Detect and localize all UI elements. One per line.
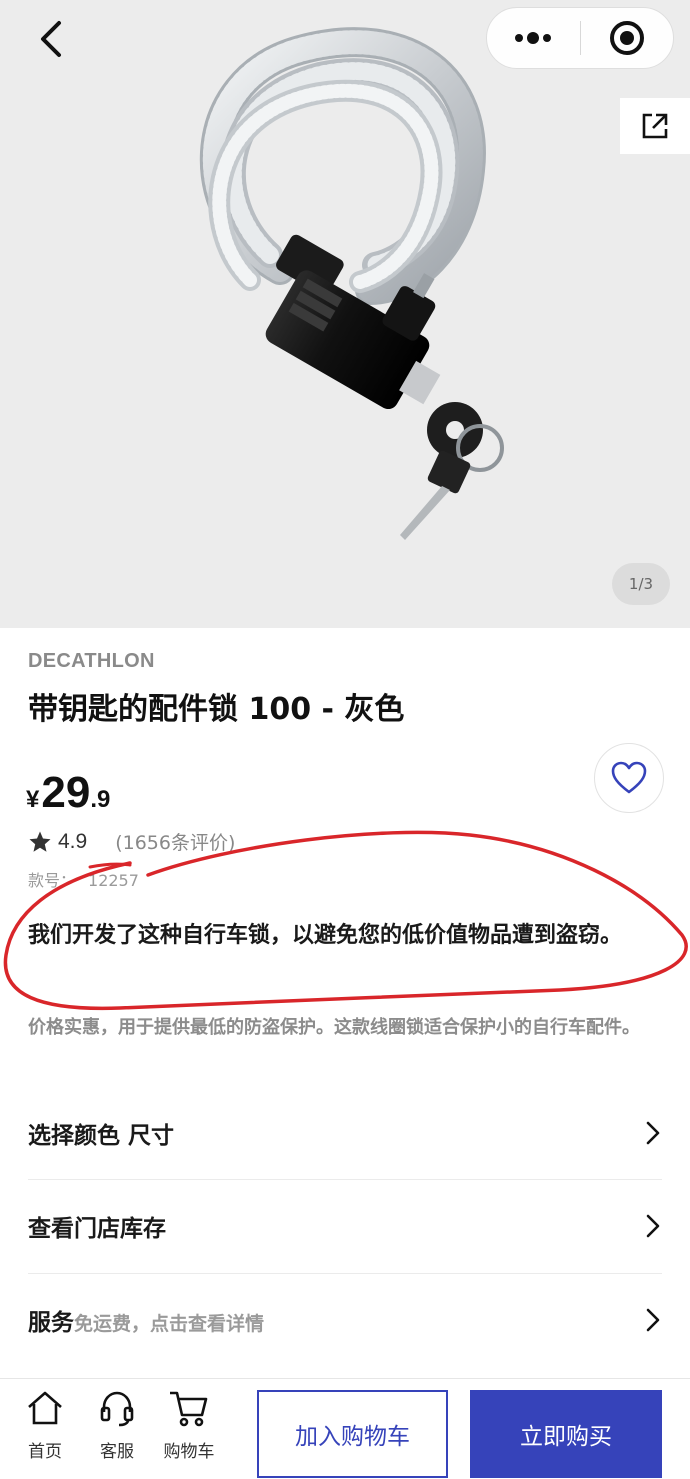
- home-icon: [24, 1387, 66, 1429]
- product-description: 我们开发了这种自行车锁，以避免您的低价值物品遭到盗窃。: [28, 923, 623, 948]
- product-image-gallery[interactable]: 1/3: [0, 0, 690, 628]
- heart-icon: [611, 761, 647, 794]
- brand-name: DECATHLON: [28, 650, 155, 672]
- service-row[interactable]: 服务免运费，点击查看详情: [28, 1274, 662, 1366]
- rating-score: 4.9: [58, 829, 88, 853]
- nav-cart[interactable]: 购物车: [154, 1387, 224, 1473]
- favorite-button[interactable]: [594, 743, 664, 813]
- more-dots-icon: [515, 32, 552, 44]
- nav-cart-label: 购物车: [163, 1442, 215, 1462]
- chevron-right-icon: [646, 1214, 660, 1238]
- price-integer: 29: [41, 768, 91, 817]
- review-count-link[interactable]: (1656条评价): [115, 828, 235, 855]
- service-text: 服务免运费，点击查看详情: [28, 1303, 264, 1337]
- product-sub-description: 价格实惠，用于提供最低的防盗保护。这款线圈锁适合保护小的自行车配件。: [28, 1017, 640, 1038]
- star-icon: [29, 831, 51, 852]
- buy-now-button[interactable]: 立即购买: [470, 1390, 662, 1478]
- chevron-right-icon: [646, 1308, 660, 1332]
- price-currency: ¥: [26, 786, 40, 813]
- price-decimal: .9: [90, 786, 111, 813]
- sku-number: 款号： 12257: [28, 867, 139, 891]
- service-label: 服务: [28, 1310, 74, 1336]
- nav-home-label: 首页: [28, 1442, 62, 1462]
- image-page-indicator: 1/3: [612, 563, 670, 605]
- add-to-cart-button[interactable]: 加入购物车: [257, 1390, 448, 1478]
- select-color-size-label: 选择颜色 尺寸: [28, 1123, 175, 1149]
- nav-customer-service[interactable]: 客服: [82, 1387, 152, 1473]
- more-button[interactable]: [487, 8, 580, 68]
- share-external-icon: [642, 113, 668, 139]
- sku-value: 12257: [88, 871, 139, 890]
- headset-icon: [96, 1387, 138, 1429]
- mini-program-capsule: [486, 7, 674, 69]
- close-program-button[interactable]: [581, 8, 674, 68]
- product-title: 带钥匙的配件锁 100 - 灰色: [28, 692, 405, 727]
- target-circle-icon: [609, 21, 644, 55]
- cart-icon: [168, 1387, 210, 1429]
- back-arrow-icon: [41, 21, 61, 57]
- bottom-action-bar: 首页 客服 购物车 加入购物车 立即购买: [0, 1378, 690, 1479]
- chevron-right-icon: [646, 1121, 660, 1145]
- back-button[interactable]: [28, 16, 74, 62]
- service-note: 免运费，点击查看详情: [74, 1313, 265, 1335]
- store-stock-label: 查看门店库存: [28, 1216, 166, 1242]
- rating-row: 4.9 (1656条评价): [28, 828, 235, 855]
- product-image: [199, 27, 504, 540]
- nav-service-label: 客服: [100, 1442, 134, 1462]
- sku-label: 款号：: [28, 871, 77, 890]
- product-price: ¥ 29 .9: [26, 768, 110, 818]
- select-color-size-row[interactable]: 选择颜色 尺寸: [28, 1087, 662, 1179]
- nav-home[interactable]: 首页: [10, 1387, 80, 1473]
- store-stock-row[interactable]: 查看门店库存: [28, 1180, 662, 1272]
- share-button[interactable]: [620, 98, 690, 154]
